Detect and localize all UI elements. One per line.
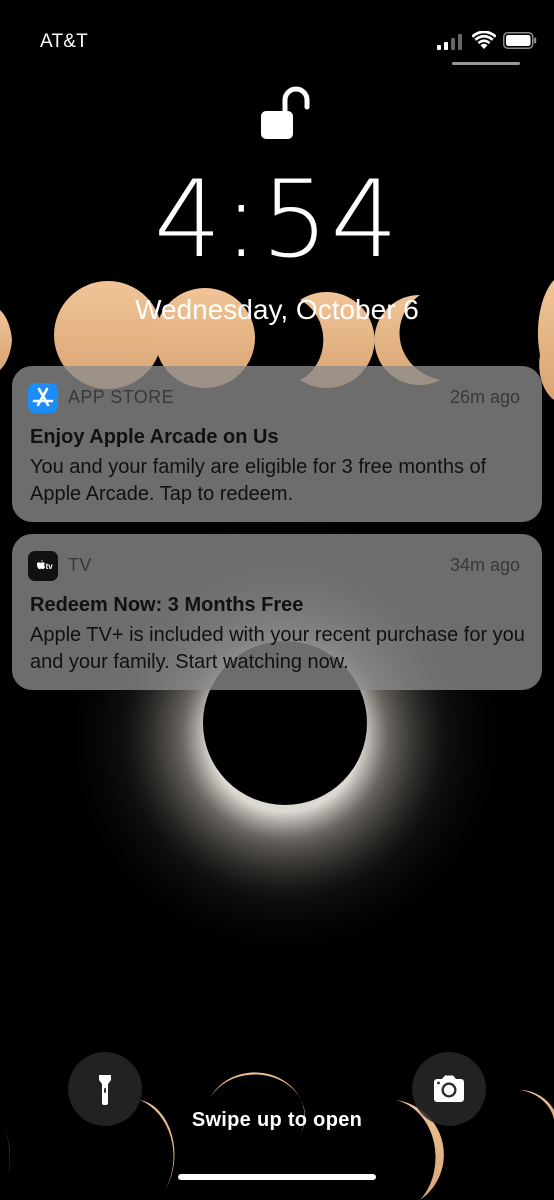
lock-clock: 4:54 xyxy=(153,158,401,281)
battery-icon xyxy=(503,32,537,49)
wifi-icon xyxy=(472,31,496,49)
notification-time: 34m ago xyxy=(449,555,520,575)
notification-app-name: APP STORE xyxy=(68,387,174,407)
notification-tv[interactable]: tv TV 34m ago Redeem Now: 3 Months Free … xyxy=(12,534,542,690)
notification-time: 26m ago xyxy=(449,387,520,407)
svg-text:tv: tv xyxy=(46,562,54,571)
notification-app-name: TV xyxy=(68,555,92,575)
notification-body: You and your family are eligible for 3 f… xyxy=(30,456,487,505)
app-store-icon xyxy=(28,383,58,413)
notification-title: Redeem Now: 3 Months Free xyxy=(30,594,304,616)
flashlight-icon xyxy=(99,1075,111,1105)
lock-screen: AT&T 4:54 Wednesday, October 6 APP STORE… xyxy=(0,0,554,1200)
lock-date: Wednesday, October 6 xyxy=(135,294,419,325)
status-bar: AT&T xyxy=(0,0,554,80)
carrier-label: AT&T xyxy=(40,31,88,52)
control-center-grabber[interactable] xyxy=(452,62,520,65)
swipe-up-hint: Swipe up to open xyxy=(191,1109,363,1131)
home-indicator[interactable] xyxy=(178,1174,376,1180)
notification-body: Apple TV+ is included with your recent p… xyxy=(30,624,525,673)
apple-tv-icon: tv xyxy=(28,551,58,581)
notification-title: Enjoy Apple Arcade on Us xyxy=(30,426,279,448)
unlocked-padlock-icon xyxy=(261,86,310,139)
camera-icon xyxy=(434,1075,464,1102)
notification-app-store[interactable]: APP STORE 26m ago Enjoy Apple Arcade on … xyxy=(12,366,542,522)
cellular-signal-icon xyxy=(437,34,462,50)
